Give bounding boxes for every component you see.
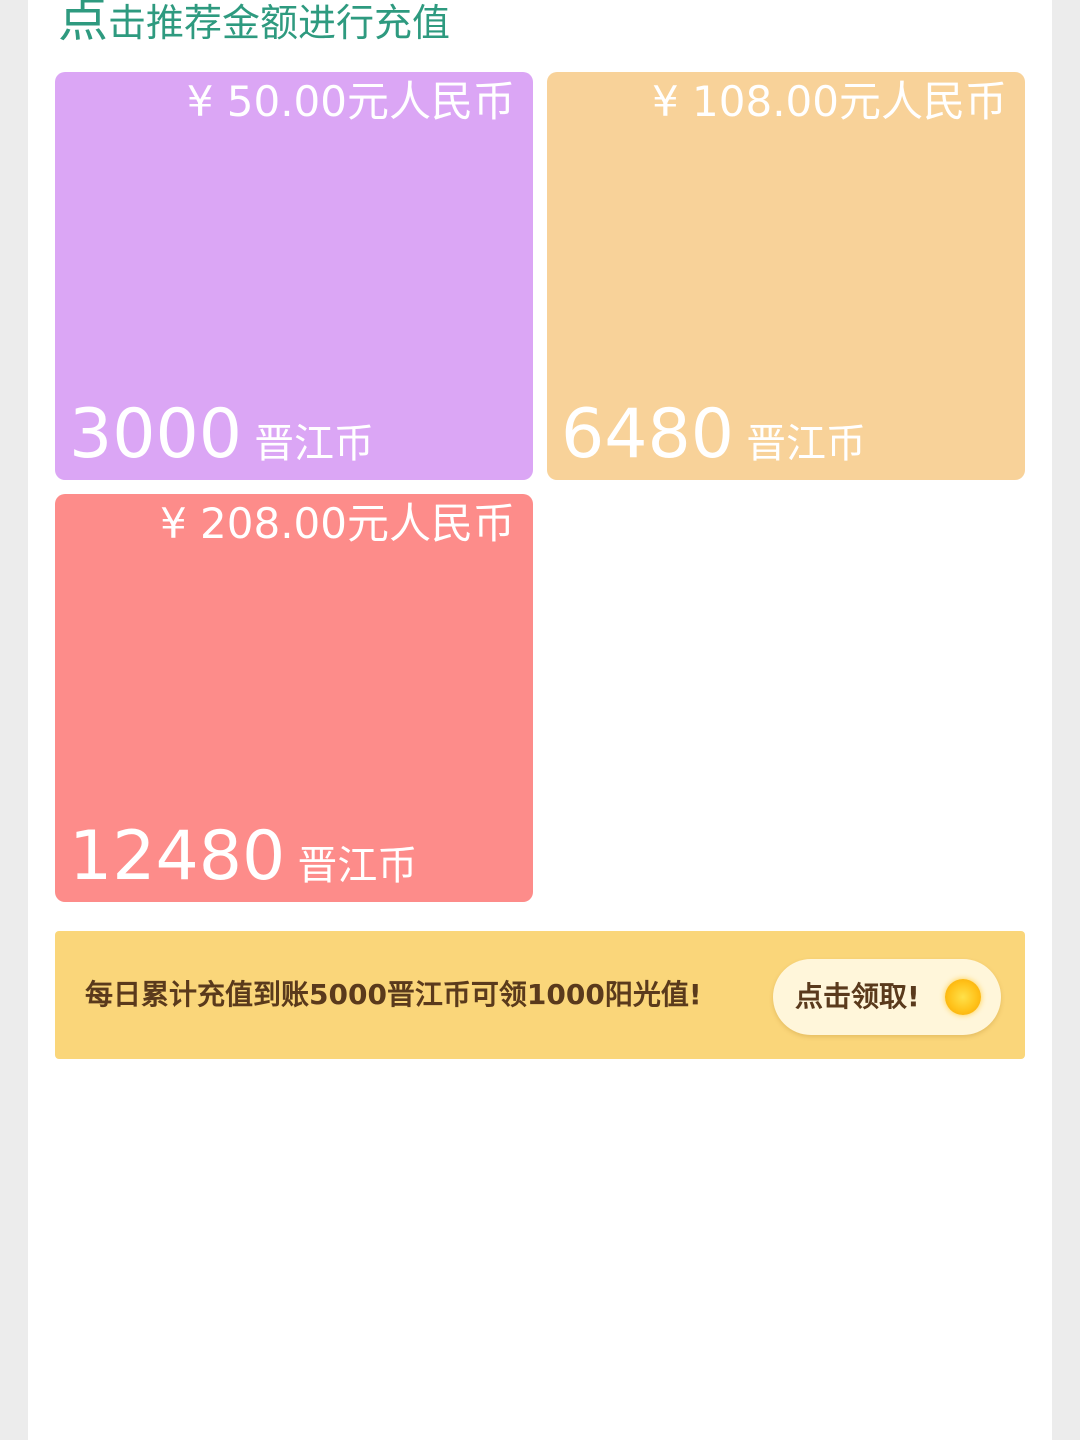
recharge-page: 点击推荐金额进行充值 ¥ 50.00元人民币 3000 晋江币 ¥ 108.00… (28, 0, 1052, 1440)
package-price: ¥ 50.00元人民币 (186, 77, 515, 126)
package-card-50[interactable]: ¥ 50.00元人民币 3000 晋江币 (55, 72, 533, 480)
package-coin-unit: 晋江币 (297, 843, 418, 889)
package-coins: 6480 晋江币 (561, 390, 866, 480)
section-title-rest: 击推荐金额进行充值 (108, 1, 451, 45)
section-title: 点击推荐金额进行充值 (58, 0, 450, 48)
claim-button-label: 点击领取! (795, 980, 920, 1013)
package-coin-unit: 晋江币 (254, 421, 375, 467)
package-price: ¥ 208.00元人民币 (159, 499, 515, 548)
package-coin-amount: 3000 (69, 395, 243, 474)
package-coin-amount: 12480 (69, 817, 286, 896)
package-coin-unit: 晋江币 (746, 421, 867, 467)
package-coin-amount: 6480 (561, 395, 735, 474)
sun-coin-icon (945, 979, 981, 1015)
promo-text: 每日累计充值到账5000晋江币可领1000阳光值! (85, 978, 702, 1011)
package-coins: 3000 晋江币 (69, 390, 374, 480)
section-title-first-char: 点 (58, 0, 108, 48)
package-price: ¥ 108.00元人民币 (651, 77, 1007, 126)
promo-banner: 每日累计充值到账5000晋江币可领1000阳光值! 点击领取! (55, 931, 1025, 1059)
claim-button[interactable]: 点击领取! (773, 959, 1001, 1035)
package-coins: 12480 晋江币 (69, 812, 417, 902)
package-card-208[interactable]: ¥ 208.00元人民币 12480 晋江币 (55, 494, 533, 902)
package-card-108[interactable]: ¥ 108.00元人民币 6480 晋江币 (547, 72, 1025, 480)
